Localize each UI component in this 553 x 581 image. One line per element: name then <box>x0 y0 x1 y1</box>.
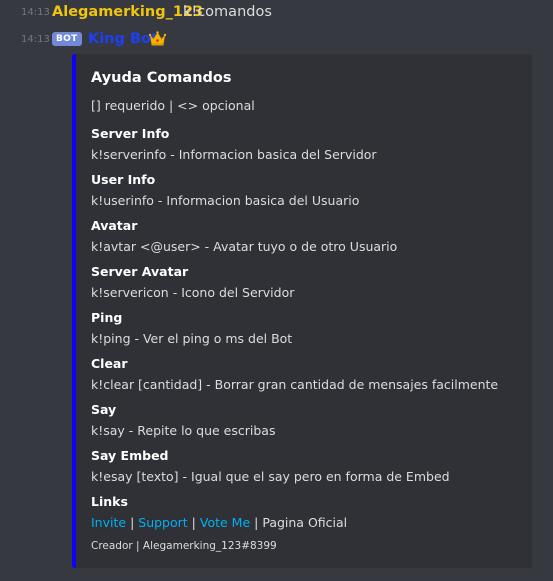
field-value: k!say - Repite lo que escribas <box>91 423 276 438</box>
field-value: k!serverinfo - Informacion basica del Se… <box>91 147 377 162</box>
field-name: Links <box>91 494 128 509</box>
links-row: Invite | Support | Vote Me | Pagina Ofic… <box>91 513 347 532</box>
field-name: Server Avatar <box>91 264 189 279</box>
field-name: Ping <box>91 310 123 325</box>
vote-me-link[interactable]: Vote Me <box>200 515 250 530</box>
field-value: k!userinfo - Informacion basica del Usua… <box>91 193 360 208</box>
field-value: k!esay [texto] - Igual que el say pero e… <box>91 469 450 484</box>
field-value: k!avtar <@user> - Avatar tuyo o de otro … <box>91 239 398 254</box>
embed-field-user-info: User Info k!userinfo - Informacion basic… <box>91 170 359 210</box>
embed-field-avatar: Avatar k!avtar <@user> - Avatar tuyo o d… <box>91 216 397 256</box>
message-timestamp: 14:13 <box>21 6 50 18</box>
embed-field-links: Links Invite | Support | Vote Me | Pagin… <box>91 492 347 532</box>
link-separator: | <box>254 515 259 530</box>
link-separator: | <box>130 515 135 530</box>
field-name: Server Info <box>91 126 170 141</box>
link-separator: | <box>191 515 196 530</box>
message-timestamp: 14:13 <box>21 33 50 45</box>
support-link[interactable]: Support <box>138 515 187 530</box>
field-name: User Info <box>91 172 156 187</box>
help-embed: Ayuda Comandos [] requerido | <> opciona… <box>72 54 532 568</box>
bot-tag-badge: BOT <box>52 32 82 46</box>
field-name: Clear <box>91 356 128 371</box>
official-page-text: Pagina Oficial <box>262 515 348 530</box>
field-name: Avatar <box>91 218 138 233</box>
message-content: k!comandos <box>183 4 272 20</box>
invite-link[interactable]: Invite <box>91 515 126 530</box>
embed-title: Ayuda Comandos <box>91 70 232 86</box>
field-name: Say <box>91 402 117 417</box>
embed-field-ping: Ping k!ping - Ver el ping o ms del Bot <box>91 308 292 348</box>
author-name[interactable]: Alegamerking_123 <box>52 4 203 20</box>
embed-field-say-embed: Say Embed k!esay [texto] - Igual que el … <box>91 446 450 486</box>
embed-field-clear: Clear k!clear [cantidad] - Borrar gran c… <box>91 354 498 394</box>
field-value: k!ping - Ver el ping o ms del Bot <box>91 331 293 346</box>
embed-field-say: Say k!say - Repite lo que escribas <box>91 400 275 440</box>
embed-footer: Creador | Alegamerking_123#8399 <box>91 540 277 552</box>
field-value: k!clear [cantidad] - Borrar gran cantida… <box>91 377 499 392</box>
bot-author-name[interactable]: King Bot <box>88 31 158 47</box>
embed-description: [] requerido | <> opcional <box>91 98 255 113</box>
field-name: Say Embed <box>91 448 169 463</box>
crown-icon <box>149 31 166 46</box>
embed-field-server-avatar: Server Avatar k!servericon - Icono del S… <box>91 262 294 302</box>
embed-field-server-info: Server Info k!serverinfo - Informacion b… <box>91 124 377 164</box>
field-value: k!servericon - Icono del Servidor <box>91 285 295 300</box>
